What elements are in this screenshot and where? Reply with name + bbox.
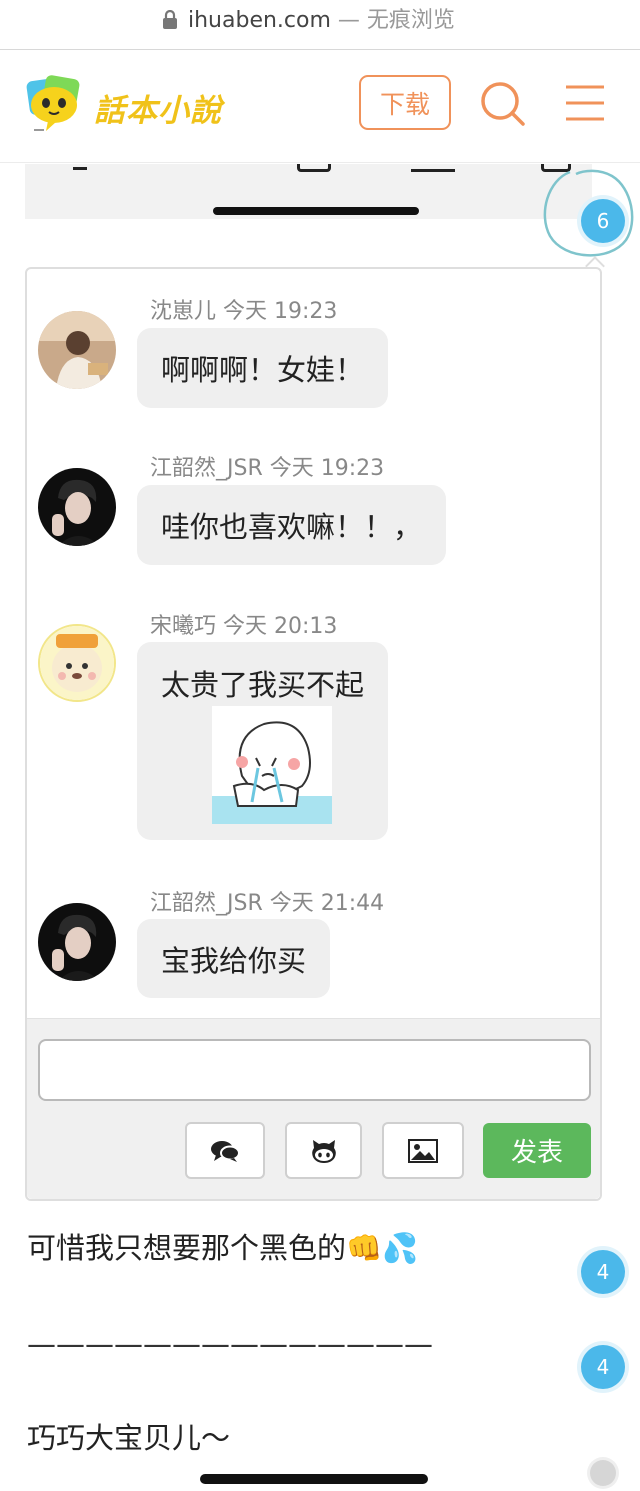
avatar[interactable]	[38, 468, 116, 546]
comment-item: 江韶然_JSR 今天 21:44 宝我给你买	[27, 883, 600, 1003]
message-text: 太贵了我买不起	[161, 668, 365, 702]
post-button[interactable]: 发表	[483, 1123, 591, 1178]
paragraph: 可惜我只想要那个黑色的👊💦	[27, 1231, 419, 1265]
avatar-photo	[38, 903, 116, 981]
paragraph-comment-count[interactable]: 4	[581, 1345, 625, 1389]
comment-panel: 沈崽儿 今天 19:23 啊啊啊！女娃！ 江韶然_JSR 今天 19:23 哇你…	[25, 267, 602, 1201]
strip-glyph	[73, 164, 87, 170]
comment-input[interactable]	[38, 1039, 591, 1101]
avatar-photo	[38, 311, 116, 389]
username[interactable]: 江韶然_JSR	[150, 456, 263, 481]
site-header: 話本小說 下载	[0, 51, 640, 163]
timestamp: 今天 21:44	[269, 891, 385, 916]
speech-bubbles-icon	[211, 1140, 240, 1162]
lock-icon	[163, 10, 177, 29]
timestamp: 今天 19:23	[223, 299, 338, 324]
avatar[interactable]	[38, 311, 116, 389]
strip-glyph	[411, 164, 455, 172]
username[interactable]: 宋曦巧	[150, 614, 216, 639]
avatar-photo	[40, 626, 114, 700]
avatar[interactable]	[38, 903, 116, 981]
comment-item: 江韶然_JSR 今天 19:23 哇你也喜欢嘛！！，	[27, 448, 600, 568]
address-url[interactable]: ihuaben.com — 无痕浏览	[188, 6, 455, 36]
avatar[interactable]	[38, 624, 116, 702]
private-mode-label: — 无痕浏览	[330, 8, 455, 33]
comment-composer: 发表	[27, 1018, 600, 1199]
paragraph: 巧巧大宝贝儿～	[27, 1421, 231, 1455]
message-bubble: 宝我给你买	[137, 919, 331, 998]
search-icon[interactable]	[478, 79, 526, 127]
comment-meta: 宋曦巧 今天 20:13	[150, 608, 337, 640]
comment-meta: 沈崽儿 今天 19:23	[150, 293, 337, 325]
image-icon	[408, 1138, 438, 1163]
avatar-photo	[38, 468, 116, 546]
comment-meta: 江韶然_JSR 今天 19:23	[150, 450, 384, 482]
comment-button[interactable]	[185, 1122, 265, 1179]
home-indicator	[200, 1474, 428, 1484]
crying-sticker-icon[interactable]	[212, 706, 332, 824]
logo-icon[interactable]	[24, 73, 86, 135]
strip-glyph	[297, 164, 331, 172]
comment-count-bubble[interactable]: 6	[581, 199, 625, 243]
username[interactable]: 沈崽儿	[150, 299, 216, 324]
timestamp: 今天 20:13	[223, 614, 338, 639]
username[interactable]: 江韶然_JSR	[150, 891, 263, 916]
download-button[interactable]: 下载	[359, 75, 451, 130]
paragraph-comment-dot[interactable]	[590, 1460, 616, 1486]
logo-text[interactable]: 話本小說	[94, 85, 222, 130]
message-bubble: 哇你也喜欢嘛！！，	[137, 485, 447, 565]
octocat-icon	[311, 1139, 336, 1163]
paragraph-comment-count[interactable]: 4	[581, 1250, 625, 1294]
url-text: ihuaben.com	[188, 8, 331, 33]
comment-item: 沈崽儿 今天 19:23 啊啊啊！女娃！	[27, 291, 600, 411]
image-button[interactable]	[382, 1122, 464, 1179]
timestamp: 今天 19:23	[269, 456, 385, 481]
browser-address-bar[interactable]: ihuaben.com — 无痕浏览	[0, 0, 640, 50]
emoji-button[interactable]	[285, 1122, 362, 1179]
message-bubble: 啊啊啊！女娃！	[137, 328, 389, 408]
embedded-screenshot-strip	[25, 164, 592, 219]
strip-home-indicator	[213, 207, 419, 215]
divider-line: ——————————————	[27, 1327, 433, 1361]
comment-item: 宋曦巧 今天 20:13 太贵了我买不起	[27, 606, 600, 846]
comment-meta: 江韶然_JSR 今天 21:44	[150, 885, 384, 917]
menu-icon[interactable]	[564, 83, 606, 123]
